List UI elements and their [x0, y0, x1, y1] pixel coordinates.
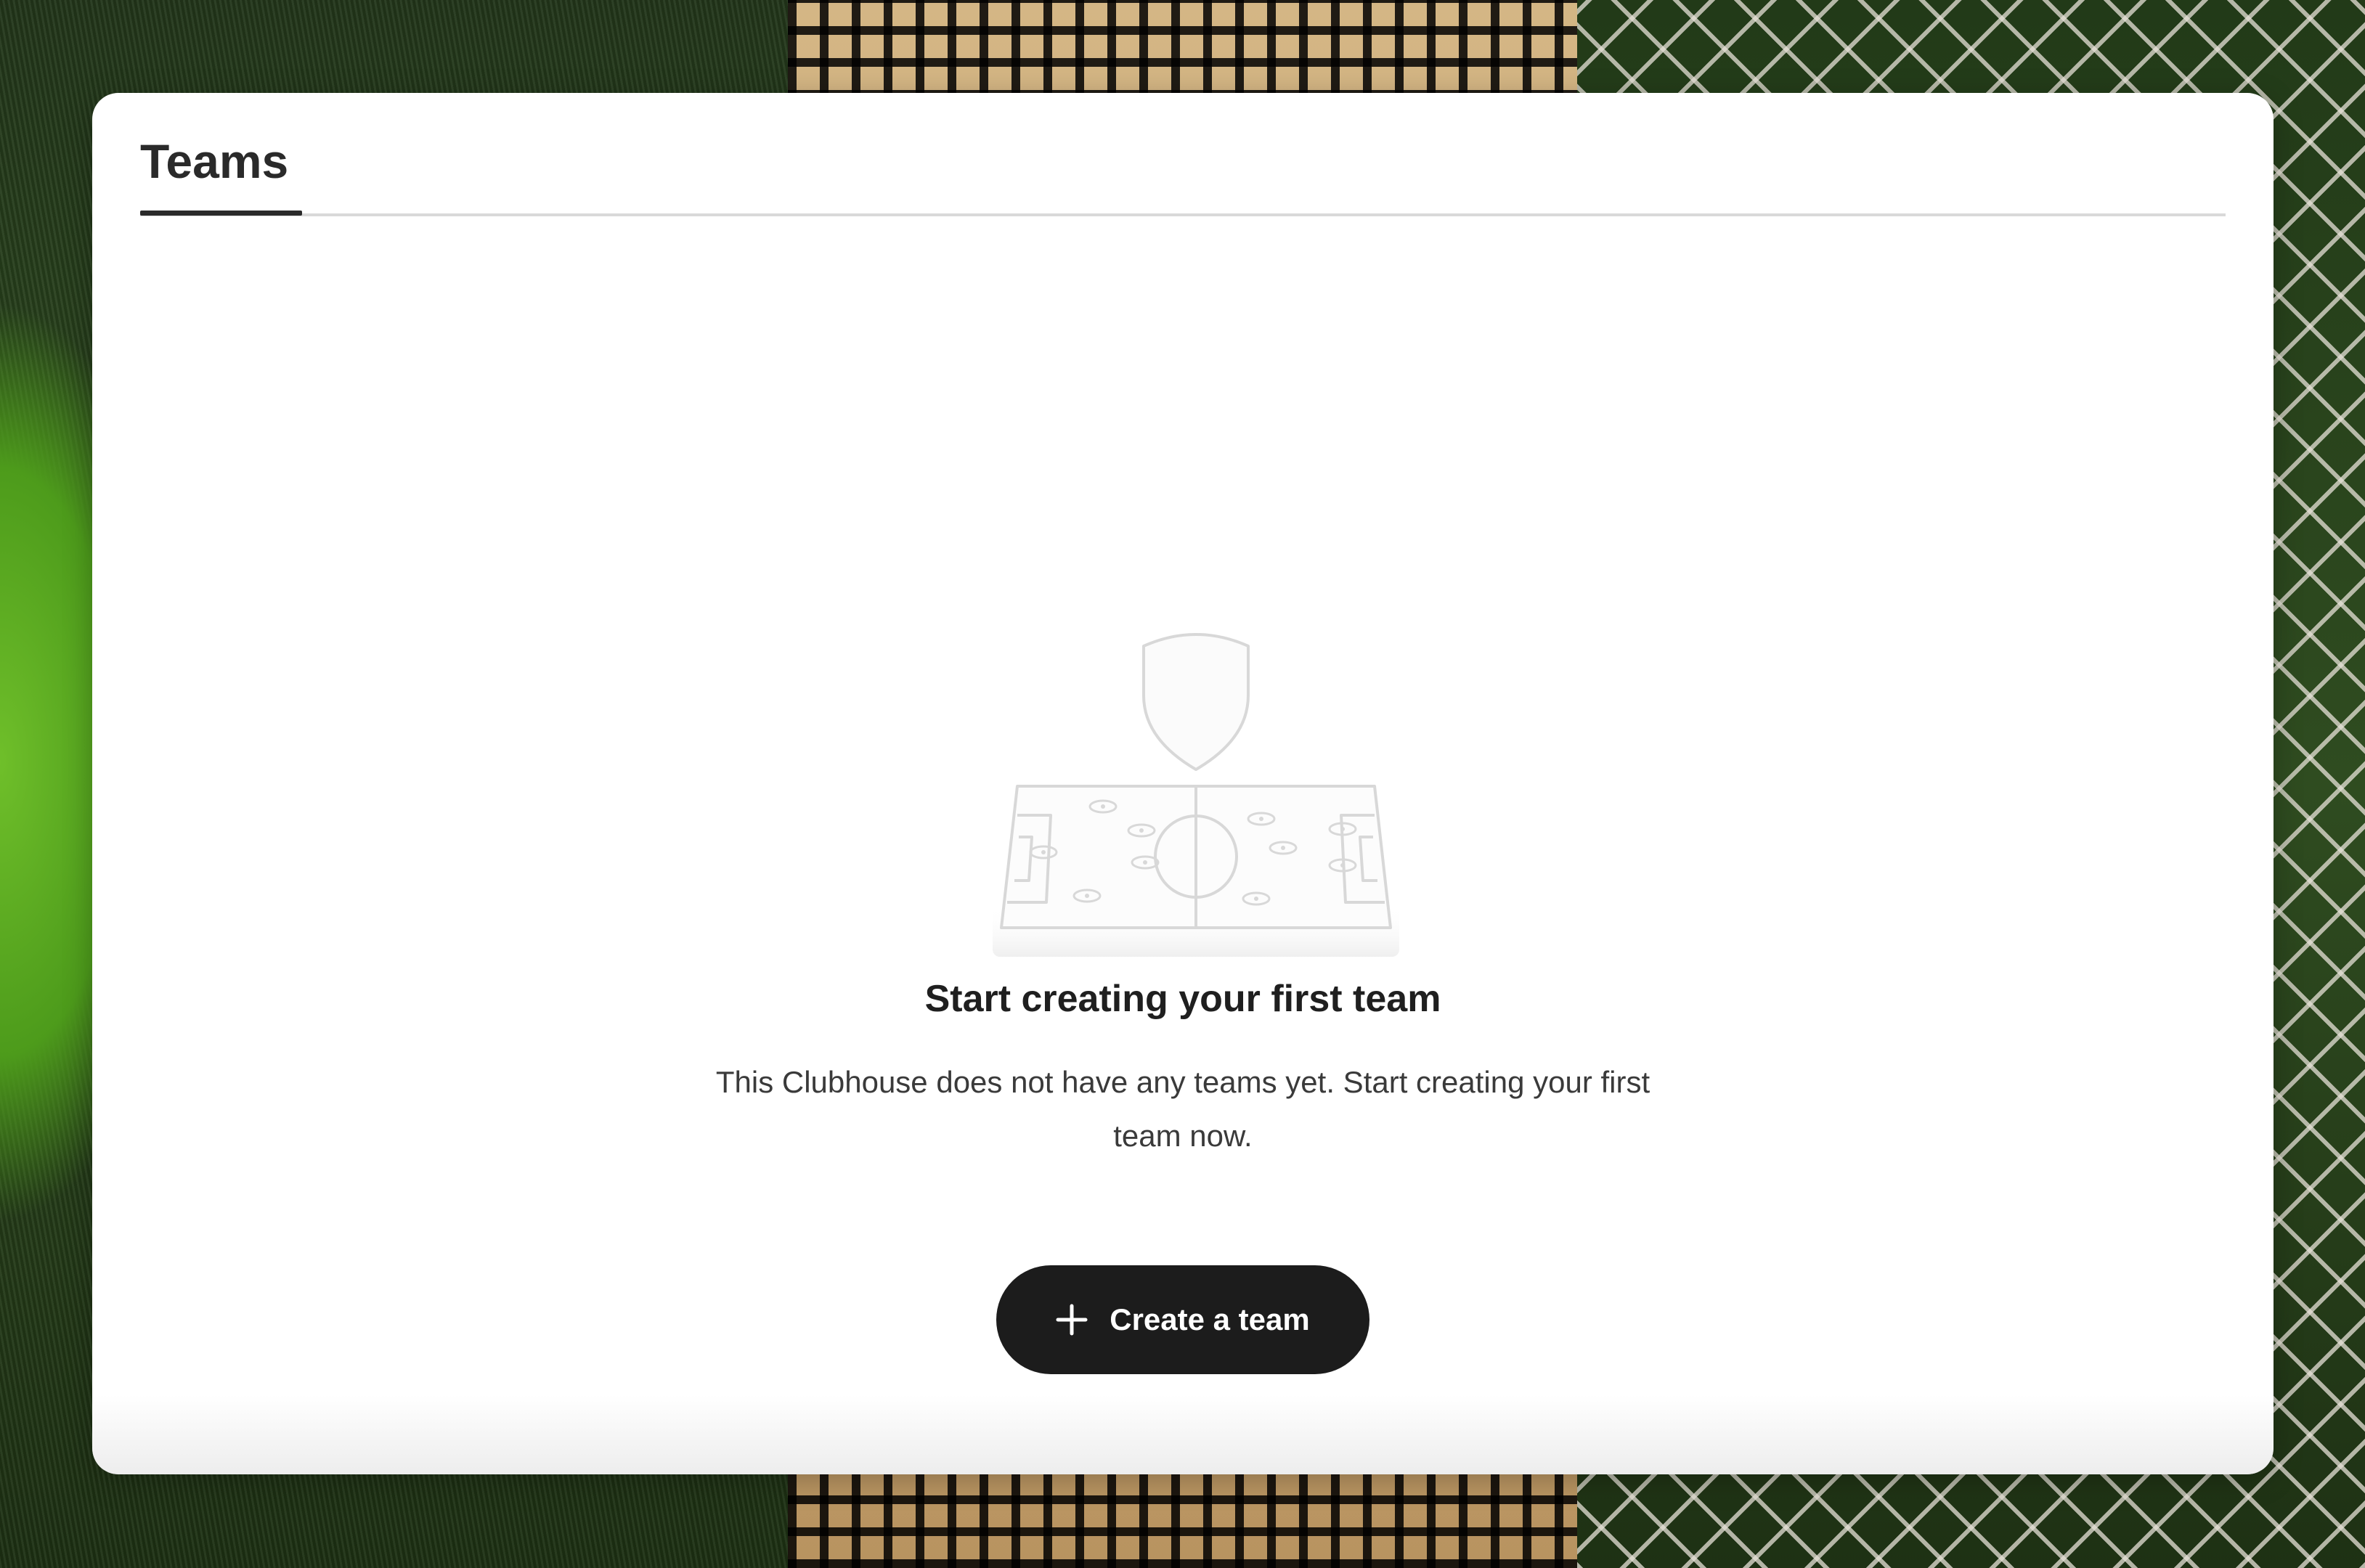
panel-bottom-fade — [92, 1395, 2274, 1474]
create-team-button-label: Create a team — [1110, 1302, 1310, 1336]
shield-over-pitch-illustration — [993, 633, 1399, 957]
create-team-button[interactable]: Create a team — [996, 1265, 1369, 1374]
empty-state-description: This Clubhouse does not have any teams y… — [715, 1065, 1650, 1153]
teams-panel: Teams Start creating your first team Thi… — [92, 93, 2274, 1474]
shield-icon — [1142, 633, 1250, 771]
empty-state: Start creating your first team This Club… — [92, 93, 2274, 1474]
empty-state-title: Start creating your first team — [924, 978, 1441, 1020]
plus-icon — [1056, 1304, 1088, 1336]
